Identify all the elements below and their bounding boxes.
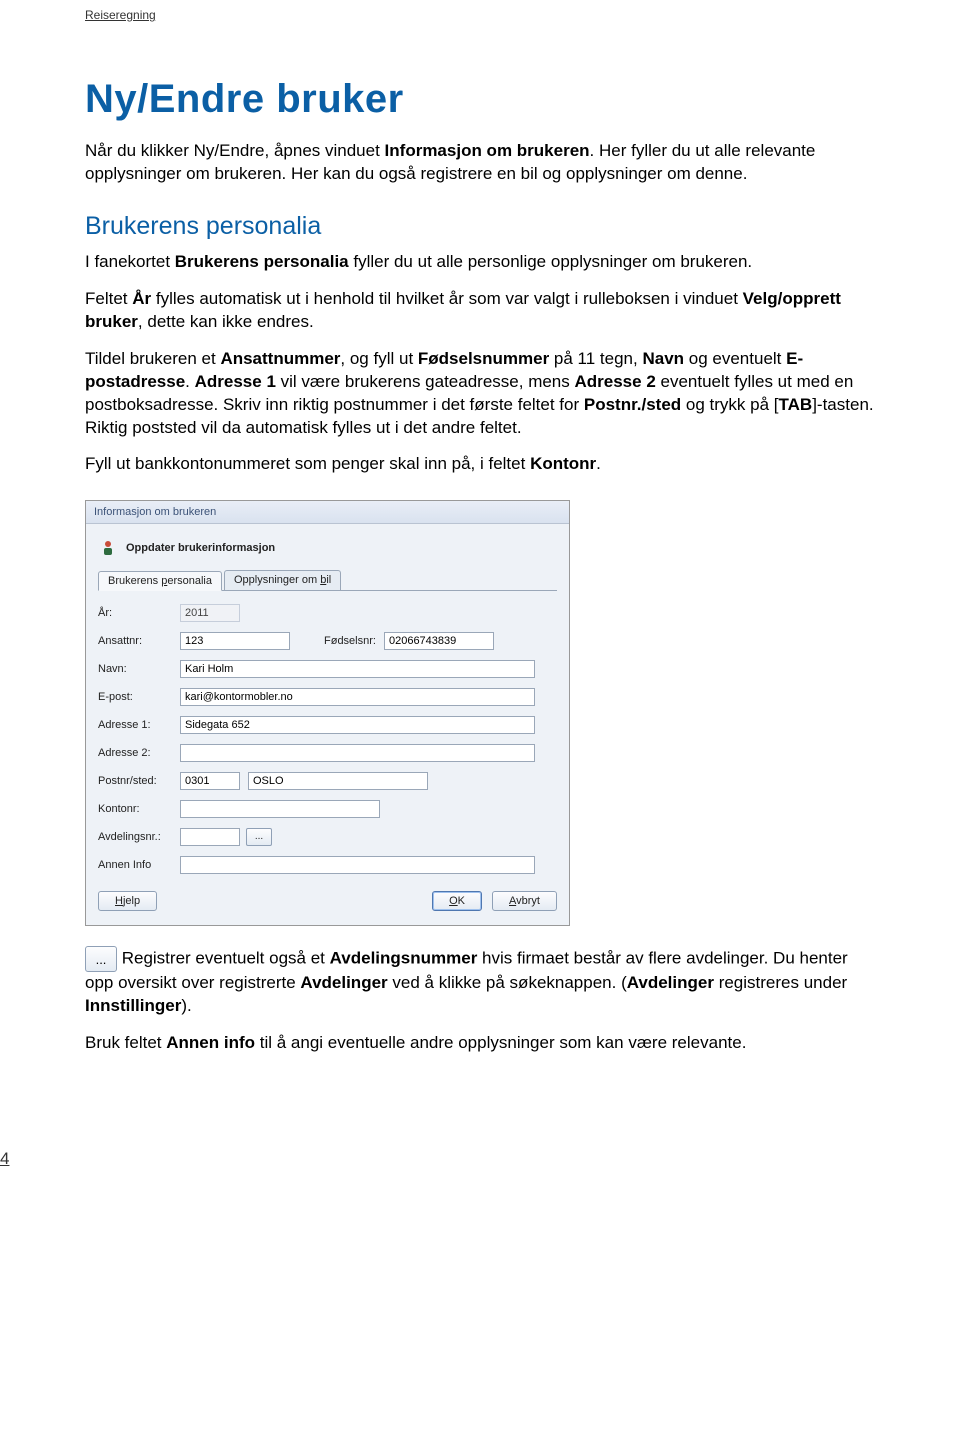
page-title: Ny/Endre bruker [85, 77, 875, 122]
text-bold: Avdelinger [300, 973, 387, 992]
text: og trykk på [ [681, 395, 778, 414]
page-number: 4 [0, 1149, 9, 1169]
label-navn: Navn: [98, 663, 180, 675]
adresse2-input[interactable] [180, 744, 535, 762]
ansattnr-input[interactable] [180, 632, 290, 650]
btn-text: jelp [123, 895, 140, 907]
paragraph: ... Registrer eventuelt også et Avdeling… [85, 946, 875, 1018]
text-bold: Brukerens personalia [175, 252, 349, 271]
text: vil være brukerens gateadresse, mens [276, 372, 575, 391]
label-fodselsnr: Fødselsnr: [324, 635, 376, 647]
dialog-header: Oppdater brukerinformasjon [98, 534, 557, 570]
adresse1-input[interactable] [180, 716, 535, 734]
kontonr-input[interactable] [180, 800, 380, 818]
ok-button[interactable]: OK [432, 891, 482, 911]
navn-input[interactable] [180, 660, 535, 678]
label-year: År: [98, 607, 180, 619]
doc-running-header: Reiseregning [0, 0, 960, 22]
text: , og fyll ut [340, 349, 417, 368]
tab-strip: Brukerens personalia Opplysninger om bil [98, 570, 557, 591]
text-bold: Annen info [166, 1033, 255, 1052]
avdelingsnr-lookup-button[interactable]: ... [246, 828, 272, 846]
section-heading: Brukerens personalia [85, 212, 875, 241]
text-bold: Adresse 1 [195, 372, 276, 391]
text: fyller du ut alle personlige opplysninge… [349, 252, 753, 271]
tab-text: Brukerens [108, 575, 161, 587]
text-bold: Fødselsnummer [418, 349, 549, 368]
paragraph: Bruk feltet Annen info til å angi eventu… [85, 1032, 875, 1055]
tab-personalia[interactable]: Brukerens personalia [98, 571, 222, 591]
label-epost: E-post: [98, 691, 180, 703]
text: , dette kan ikke endres. [138, 312, 314, 331]
text-bold: Avdelingsnummer [330, 949, 478, 968]
label-annen-info: Annen Info [98, 859, 180, 871]
text-bold: Avdelinger [627, 973, 714, 992]
text: og eventuelt [684, 349, 786, 368]
tab-car-info[interactable]: Opplysninger om bil [224, 570, 341, 590]
year-field: 2011 [180, 604, 240, 622]
text-bold: Ansattnummer [220, 349, 340, 368]
tab-text: ersonalia [167, 575, 212, 587]
lookup-button-inline[interactable]: ... [85, 946, 117, 972]
tab-text: il [326, 574, 331, 586]
dialog-titlebar: Informasjon om brukeren [86, 501, 569, 524]
dialog-information-about-user: Informasjon om brukeren Oppdater brukeri… [85, 500, 570, 926]
paragraph: Feltet År fylles automatisk ut i henhold… [85, 288, 875, 334]
text: fylles automatisk ut i henhold til hvilk… [151, 289, 743, 308]
annen-info-input[interactable] [180, 856, 535, 874]
text-bold: TAB [779, 395, 813, 414]
text-bold: Adresse 2 [575, 372, 656, 391]
text: Feltet [85, 289, 132, 308]
label-adresse1: Adresse 1: [98, 719, 180, 731]
epost-input[interactable] [180, 688, 535, 706]
text: . [185, 372, 194, 391]
avdelingsnr-input[interactable] [180, 828, 240, 846]
text-bold: Innstillinger [85, 996, 181, 1015]
text: Fyll ut bankkontonummeret som penger ska… [85, 454, 530, 473]
paragraph: Fyll ut bankkontonummeret som penger ska… [85, 453, 875, 476]
postnr-input[interactable] [180, 772, 240, 790]
label-adresse2: Adresse 2: [98, 747, 180, 759]
text: til å angi eventuelle andre opplysninger… [255, 1033, 746, 1052]
text-bold: Postnr./sted [584, 395, 681, 414]
text-bold: År [132, 289, 151, 308]
text: Når du klikker Ny/Endre, åpnes vinduet [85, 141, 385, 160]
text: Bruk feltet [85, 1033, 166, 1052]
fodselsnr-input[interactable] [384, 632, 494, 650]
btn-key: H [115, 895, 123, 907]
text: ). [181, 996, 191, 1015]
paragraph: Tildel brukeren et Ansattnummer, og fyll… [85, 348, 875, 440]
label-kontonr: Kontonr: [98, 803, 180, 815]
text-bold: Kontonr [530, 454, 596, 473]
sted-input[interactable] [248, 772, 428, 790]
label-avdelingsnr: Avdelingsnr.: [98, 831, 180, 843]
text-bold: Informasjon om brukeren [385, 141, 590, 160]
btn-text: K [458, 895, 465, 907]
text: . [596, 454, 601, 473]
text: ved å klikke på søkeknappen. ( [388, 973, 627, 992]
label-postnr-sted: Postnr/sted: [98, 775, 180, 787]
dialog-header-label: Oppdater brukerinformasjon [126, 542, 275, 554]
btn-key: O [449, 895, 458, 907]
text: Registrer eventuelt også et [117, 949, 330, 968]
btn-text: vbryt [516, 895, 540, 907]
text: registreres under [714, 973, 847, 992]
tab-text: Opplysninger om [234, 574, 320, 586]
paragraph: I fanekortet Brukerens personalia fyller… [85, 251, 875, 274]
cancel-button[interactable]: Avbryt [492, 891, 557, 911]
text: Tildel brukeren et [85, 349, 220, 368]
text-bold: Navn [642, 349, 684, 368]
intro-paragraph: Når du klikker Ny/Endre, åpnes vinduet I… [85, 140, 875, 186]
person-icon [100, 540, 116, 556]
label-ansattnr: Ansattnr: [98, 635, 180, 647]
help-button[interactable]: Hjelp [98, 891, 157, 911]
text: I fanekortet [85, 252, 175, 271]
text: på 11 tegn, [549, 349, 642, 368]
